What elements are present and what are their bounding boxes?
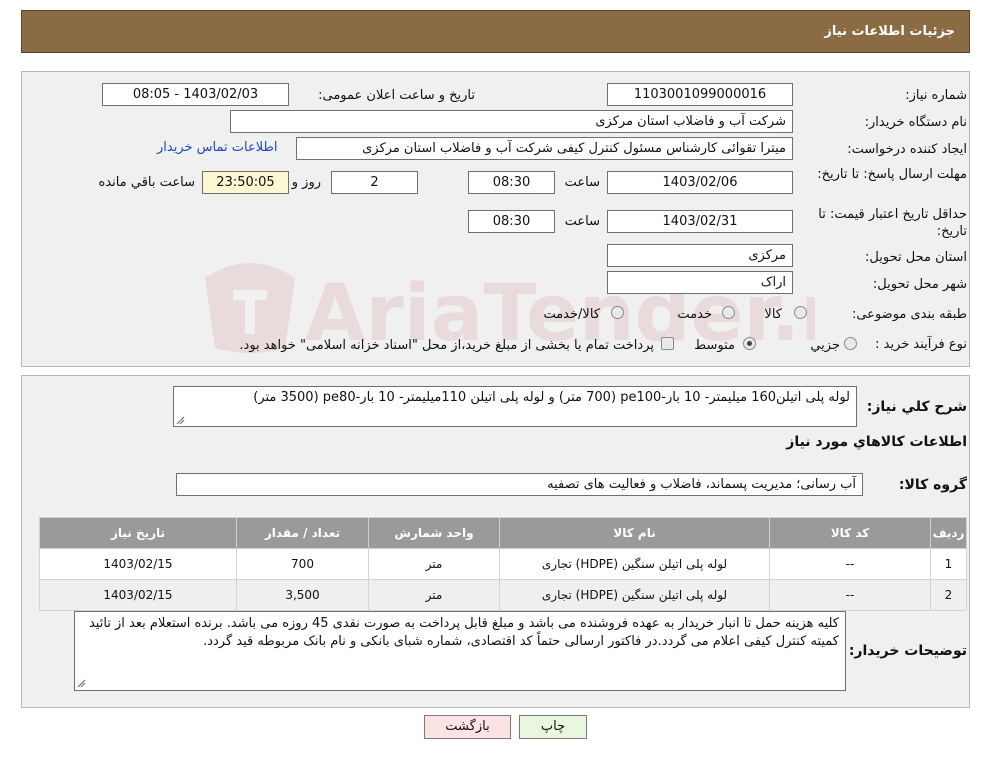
category-option-service: خدمت <box>677 307 712 322</box>
buyer-contact-link[interactable]: اطلاعات تماس خریدار <box>157 140 277 155</box>
summary-field: لوله پلی اتیلن160 میلیمتر- 10 بار-pe100 … <box>173 386 857 427</box>
cell-row: 1 <box>930 548 967 580</box>
col-name-header: نام کالا <box>499 517 770 549</box>
print-button[interactable]: چاپ <box>519 715 587 739</box>
process-type-label: نوع فرآیند خرید : <box>875 337 967 352</box>
deadline-time-field: 08:30 <box>468 171 555 194</box>
cell-date: 1403/02/15 <box>39 579 237 611</box>
col-unit-header: واحد شمارش <box>368 517 500 549</box>
deadline-time-label: ساعت <box>564 175 600 190</box>
buyer-org-field: شرکت آب و فاضلاب استان مرکزی <box>230 110 793 133</box>
category-option-goods-service: کالا/خدمت <box>543 307 600 322</box>
summary-text: لوله پلی اتیلن160 میلیمتر- 10 بار-pe100 … <box>253 390 850 405</box>
cell-qty: 700 <box>236 548 369 580</box>
buyer-org-label: نام دستگاه خریدار: <box>864 115 967 130</box>
cell-unit: متر <box>368 548 500 580</box>
deadline-label-text: مهلت ارسال پاسخ: تا تاریخ: <box>817 167 967 182</box>
cell-qty: 3,500 <box>236 579 369 611</box>
category-radio-service[interactable] <box>722 306 735 319</box>
category-radio-goods-service[interactable] <box>611 306 624 319</box>
summary-label: شرح کلي نياز: <box>866 399 967 415</box>
process-option-medium: متوسط <box>694 338 735 353</box>
treasury-checkbox[interactable] <box>661 337 674 350</box>
table-header-row: رديف کد کالا نام کالا واحد شمارش تعداد /… <box>39 517 967 549</box>
cell-code: -- <box>769 579 931 611</box>
delivery-province-field: مرکزی <box>607 244 793 267</box>
process-radio-minor[interactable] <box>844 337 857 350</box>
cell-code: -- <box>769 548 931 580</box>
back-button[interactable]: بازگشت <box>424 715 511 739</box>
delivery-city-field: اراک <box>607 271 793 294</box>
price-validity-time-field: 08:30 <box>468 210 555 233</box>
col-date-header: تاریخ نیاز <box>39 517 237 549</box>
page-header: جزئیات اطلاعات نیاز <box>21 10 970 53</box>
items-table: رديف کد کالا نام کالا واحد شمارش تعداد /… <box>39 517 967 611</box>
remaining-time-label: ساعت باقي مانده <box>98 175 195 190</box>
process-radio-medium[interactable] <box>743 337 756 350</box>
page-title: جزئیات اطلاعات نیاز <box>824 24 955 39</box>
col-qty-header: تعداد / مقدار <box>236 517 369 549</box>
goods-group-field: آب رسانی؛ مدیریت پسماند، فاضلاب و فعالیت… <box>176 473 863 496</box>
delivery-city-label: شهر محل تحویل: <box>872 277 967 292</box>
cell-unit: متر <box>368 579 500 611</box>
requester-label: ایجاد کننده درخواست: <box>847 142 967 157</box>
announce-datetime-field: 1403/02/03 - 08:05 <box>102 83 289 106</box>
category-label: طبقه بندی موضوعی: <box>851 307 967 322</box>
cell-name: لوله پلی اتیلن سنگین (HDPE) تجاری <box>499 579 770 611</box>
buyer-notes-field: کلیه هزینه حمل تا انبار خریدار به عهده ف… <box>74 611 846 691</box>
price-validity-label: حداقل تاریخ اعتبار قیمت: تا تاریخ: <box>807 206 967 240</box>
buyer-notes-text: کلیه هزینه حمل تا انبار خریدار به عهده ف… <box>88 616 839 649</box>
cell-row: 2 <box>930 579 967 611</box>
col-row-header: رديف <box>930 517 967 549</box>
deadline-days-field: 2 <box>331 171 418 194</box>
price-validity-date-field: 1403/02/31 <box>607 210 793 233</box>
deadline-label: مهلت ارسال پاسخ: تا تاریخ: <box>812 166 967 183</box>
price-validity-time-label: ساعت <box>564 214 600 229</box>
need-number-label: شماره نیاز: <box>905 88 967 103</box>
goods-info-title: اطلاعات کالاهاي مورد نياز <box>786 434 967 450</box>
need-number-field: 1103001099000016 <box>607 83 793 106</box>
treasury-note: پرداخت تمام یا بخشی از مبلغ خرید،از محل … <box>239 338 654 353</box>
process-option-minor: جزیي <box>810 338 840 353</box>
announce-datetime-label: تاریخ و ساعت اعلان عمومی: <box>318 88 475 103</box>
category-option-goods: کالا <box>764 307 782 322</box>
remaining-time-field: 23:50:05 <box>202 171 289 194</box>
requester-field: میترا تقوائی کارشناس مسئول کنترل کیفی شر… <box>296 137 793 160</box>
notes-resize-handle-icon[interactable] <box>77 679 86 688</box>
delivery-province-label: استان محل تحویل: <box>865 250 967 265</box>
deadline-days-label: روز و <box>291 175 321 190</box>
goods-group-label: گروه کالا: <box>898 477 967 493</box>
deadline-date-field: 1403/02/06 <box>607 171 793 194</box>
col-code-header: کد کالا <box>769 517 931 549</box>
cell-date: 1403/02/15 <box>39 548 237 580</box>
category-radio-goods[interactable] <box>794 306 807 319</box>
summary-resize-handle-icon[interactable] <box>176 416 185 425</box>
cell-name: لوله پلی اتیلن سنگین (HDPE) تجاری <box>499 548 770 580</box>
price-validity-label-text: حداقل تاریخ اعتبار قیمت: تا تاریخ: <box>818 207 967 239</box>
table-row: 1 -- لوله پلی اتیلن سنگین (HDPE) تجاری م… <box>39 548 967 580</box>
table-row: 2 -- لوله پلی اتیلن سنگین (HDPE) تجاری م… <box>39 579 967 611</box>
buyer-notes-label: توضیحات خریدار: <box>848 643 967 659</box>
